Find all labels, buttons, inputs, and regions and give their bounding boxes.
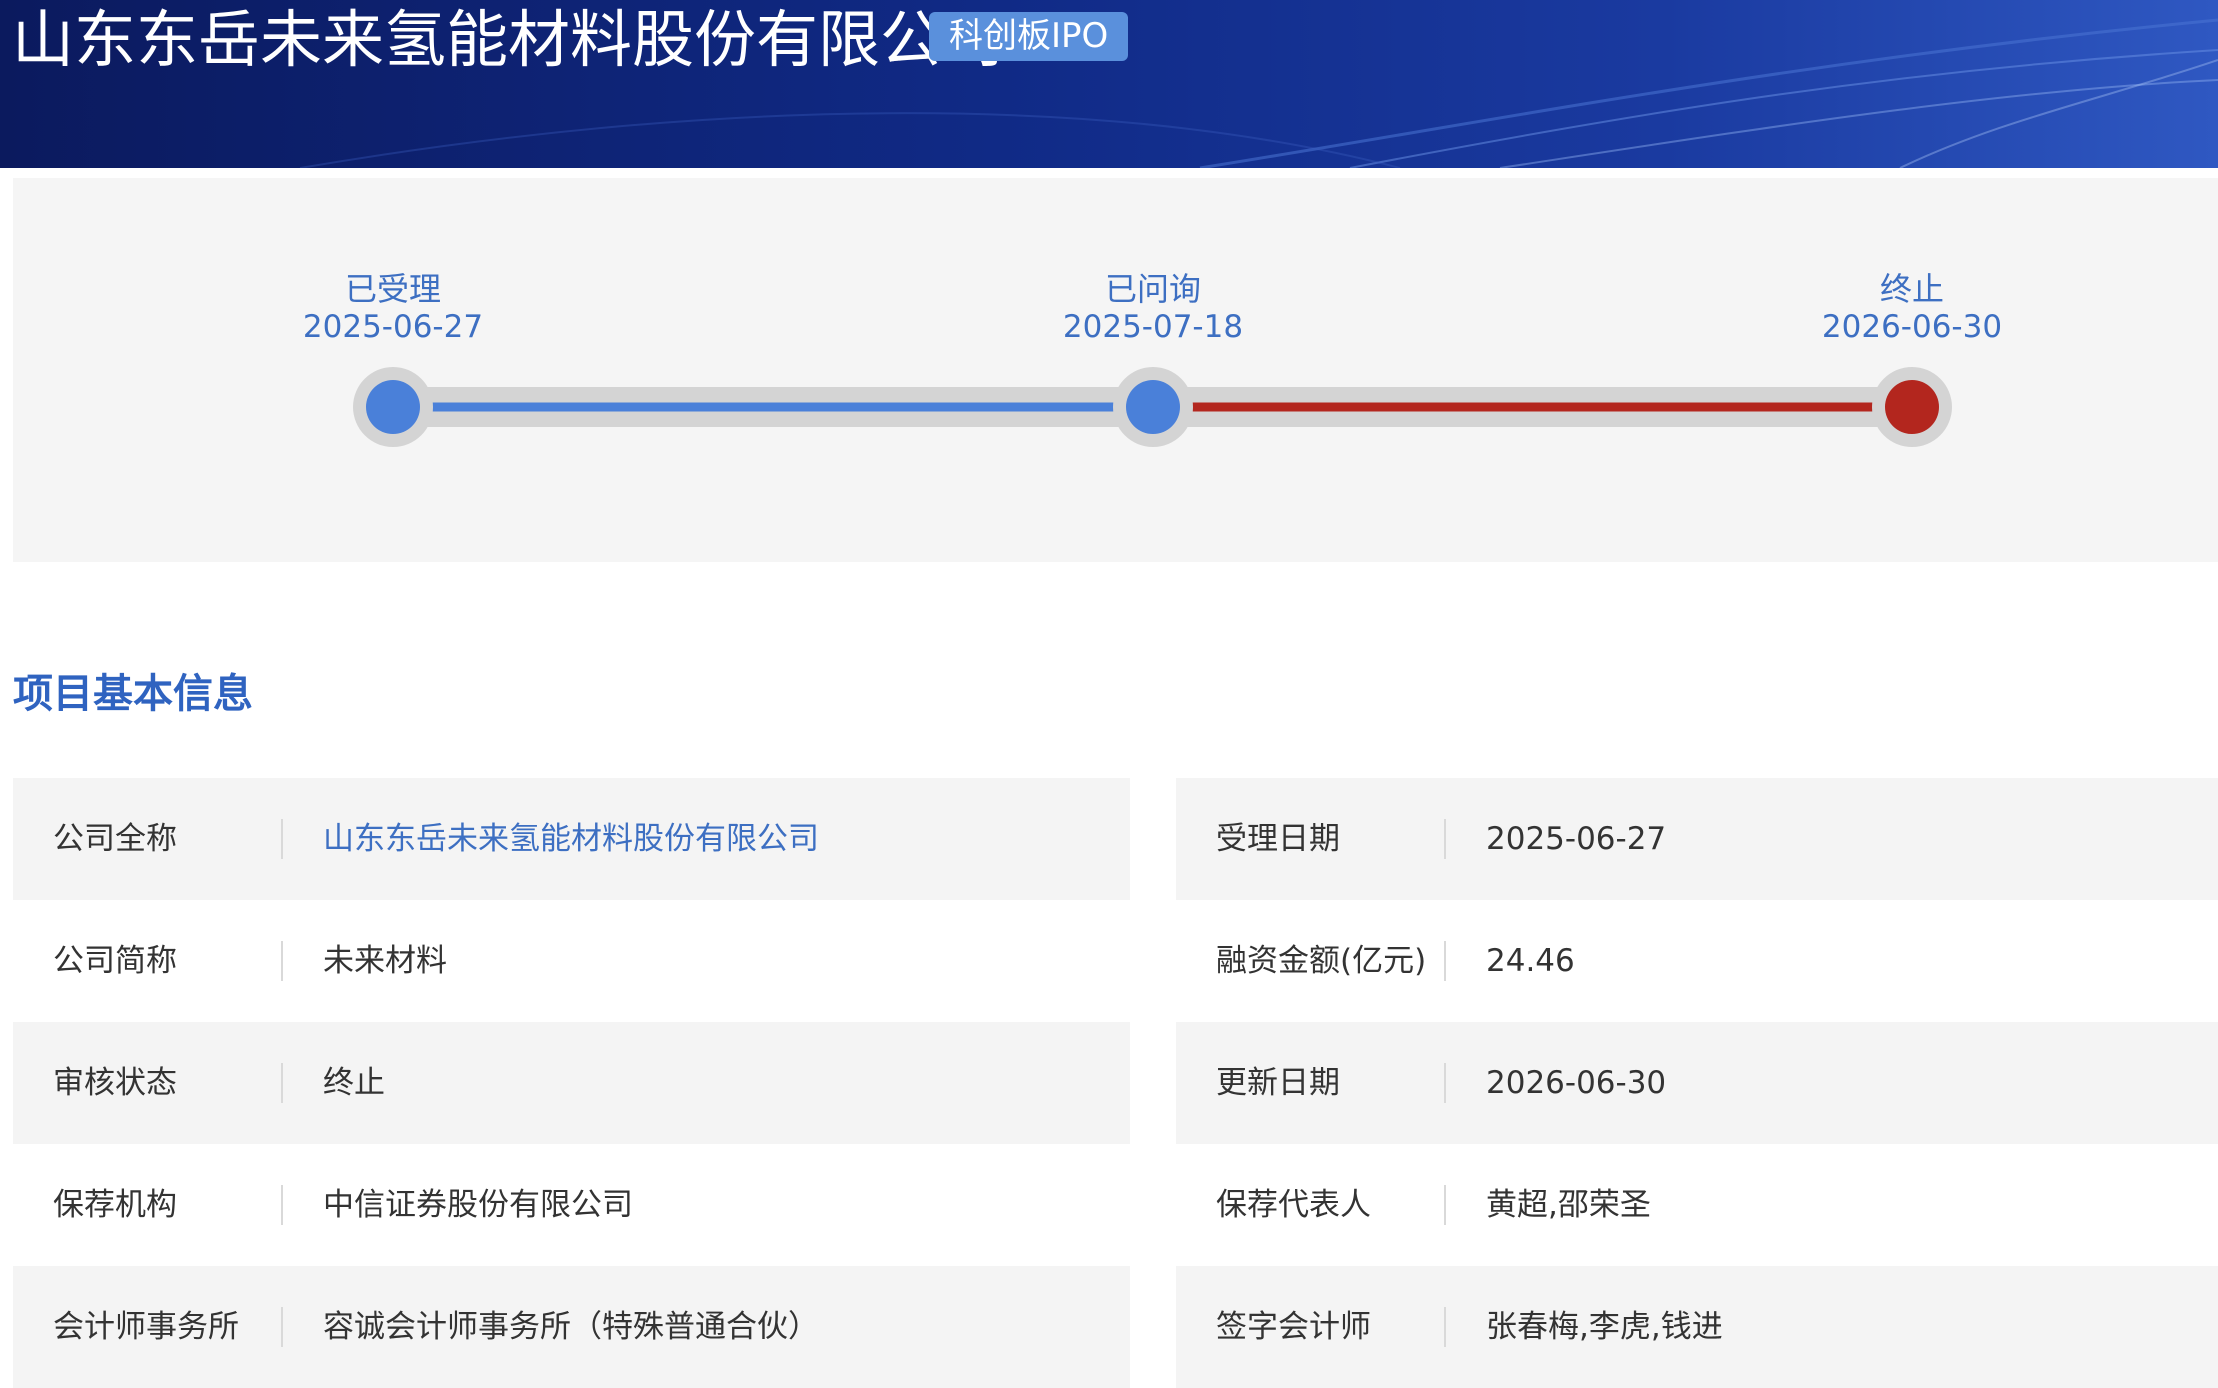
- cell-divider: [1444, 819, 1446, 859]
- cell-divider: [281, 1307, 283, 1347]
- info-row-sponsor: 保荐机构 中信证券股份有限公司: [13, 1144, 1130, 1266]
- section-title-basic-info: 项目基本信息: [13, 671, 253, 717]
- cell-divider: [1444, 1185, 1446, 1225]
- page-header: 山东东岳未来氢能材料股份有限公司 科创板IPO: [0, 0, 2218, 168]
- info-label: 保荐机构: [53, 1187, 177, 1223]
- info-value: 未来材料: [323, 943, 447, 979]
- stage-label-accepted: 已受理: [344, 270, 441, 308]
- info-value: 黄超,邵荣圣: [1486, 1187, 1651, 1223]
- info-row-accounting-firm: 会计师事务所 容诚会计师事务所（特殊普通合伙）: [13, 1266, 1130, 1388]
- timeline-track: [353, 367, 1952, 447]
- info-label: 签字会计师: [1216, 1309, 1371, 1345]
- info-label: 会计师事务所: [53, 1309, 239, 1345]
- info-value: 2026-06-30: [1486, 1065, 1667, 1101]
- info-label: 更新日期: [1216, 1065, 1340, 1101]
- info-value: 中信证券股份有限公司: [323, 1187, 633, 1223]
- info-label: 公司全称: [53, 821, 177, 857]
- info-label: 公司简称: [53, 943, 177, 979]
- stage-label-terminated: 终止: [1879, 270, 1944, 308]
- info-label: 保荐代表人: [1216, 1187, 1371, 1223]
- cell-divider: [281, 819, 283, 859]
- cell-divider: [281, 941, 283, 981]
- stage-date-terminated: 2026-06-30: [1821, 309, 2003, 345]
- company-title: 山东东岳未来氢能材料股份有限公司: [12, 3, 1005, 76]
- info-value: 24.46: [1486, 943, 1575, 979]
- cell-divider: [1444, 941, 1446, 981]
- company-fullname-link[interactable]: 山东东岳未来氢能材料股份有限公司: [323, 778, 819, 900]
- cell-divider: [1444, 1063, 1446, 1103]
- stage-date-accepted: 2025-06-27: [302, 309, 484, 345]
- stage-label-inquired: 已问询: [1104, 270, 1201, 308]
- info-row-sponsor-reps: 保荐代表人 黄超,邵荣圣: [1176, 1144, 2218, 1266]
- info-value: 容诚会计师事务所（特殊普通合伙）: [323, 1309, 819, 1345]
- info-row-update-date: 更新日期 2026-06-30: [1176, 1022, 2218, 1144]
- stage-date-inquired: 2025-07-18: [1062, 309, 1244, 345]
- info-value: 张春梅,李虎,钱进: [1486, 1309, 1723, 1345]
- info-row-company-shortname: 公司简称 未来材料: [13, 900, 1130, 1022]
- info-label: 融资金额(亿元): [1216, 943, 1427, 979]
- board-badge: 科创板IPO: [929, 12, 1129, 61]
- cell-divider: [1444, 1307, 1446, 1347]
- info-label: 审核状态: [53, 1065, 177, 1101]
- info-label: 受理日期: [1216, 821, 1340, 857]
- info-value: 2025-06-27: [1486, 821, 1667, 857]
- info-row-financing-amount: 融资金额(亿元) 24.46: [1176, 900, 2218, 1022]
- info-row-company-fullname: 公司全称 山东东岳未来氢能材料股份有限公司: [13, 778, 1130, 900]
- cell-divider: [281, 1185, 283, 1225]
- info-row-review-status: 审核状态 终止: [13, 1022, 1130, 1144]
- info-row-signing-accountants: 签字会计师 张春梅,李虎,钱进: [1176, 1266, 2218, 1388]
- node-dot-terminated: [1885, 380, 1939, 434]
- node-dot-inquired: [1126, 380, 1180, 434]
- cell-divider: [281, 1063, 283, 1103]
- info-value: 终止: [323, 1065, 385, 1101]
- info-row-accept-date: 受理日期 2025-06-27: [1176, 778, 2218, 900]
- node-dot-accepted: [366, 380, 420, 434]
- progress-timeline: 已受理 2025-06-27 已问询 2025-07-18 终止 2026-06…: [13, 178, 2218, 562]
